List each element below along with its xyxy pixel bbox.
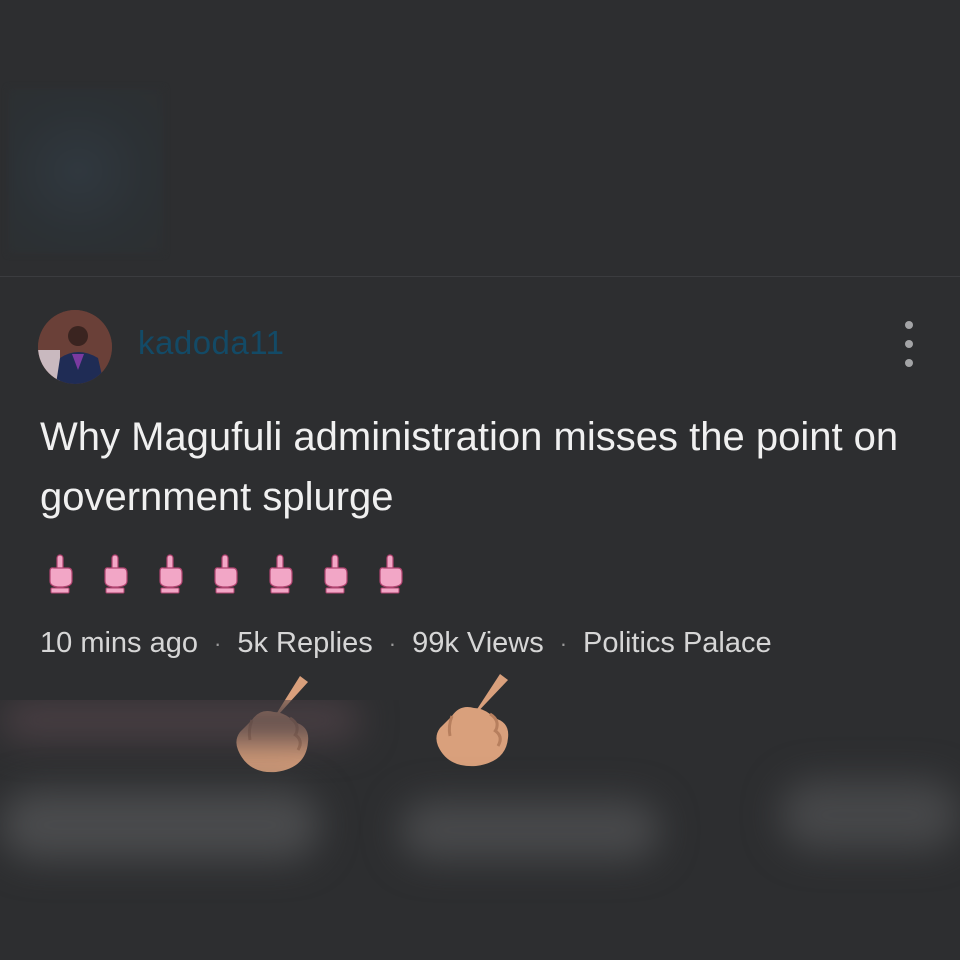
- blurred-next-post: [0, 700, 960, 960]
- blurred-block: [400, 800, 660, 860]
- more-dot: [905, 321, 913, 329]
- meta-separator: ·: [214, 630, 222, 656]
- previous-post[interactable]: [0, 0, 960, 276]
- more-options-icon[interactable]: [896, 321, 922, 367]
- post-meta: 10 mins ago · 5k Replies · 99k Views · P…: [40, 627, 772, 660]
- views-count: 99k Views: [412, 627, 544, 659]
- post-card[interactable]: kadoda11 Why Magufuli administration mis…: [0, 277, 960, 697]
- replies-count[interactable]: 5k Replies: [237, 627, 372, 660]
- avatar-photo-icon: [38, 310, 112, 384]
- category-link[interactable]: Politics Palace: [583, 627, 772, 660]
- more-dot: [905, 359, 913, 367]
- more-dot: [905, 340, 913, 348]
- meta-separator: ·: [559, 630, 568, 656]
- blurred-block: [0, 700, 360, 740]
- emoji-row: [44, 553, 406, 595]
- meta-separator: ·: [388, 630, 397, 656]
- blurred-block: [780, 780, 960, 850]
- username[interactable]: kadoda11: [138, 324, 285, 362]
- pointing-up-hand-emoji-icon: [49, 554, 73, 594]
- pointing-up-hand-emoji-icon: [214, 554, 238, 594]
- pointing-up-hand-emoji-icon: [159, 554, 183, 594]
- pointing-up-hand-emoji-icon: [269, 554, 293, 594]
- pointing-up-hand-emoji-icon: [324, 554, 348, 594]
- avatar[interactable]: [38, 310, 112, 384]
- blurred-block: [0, 790, 320, 860]
- post-title[interactable]: Why Magufuli administration misses the p…: [40, 407, 920, 527]
- post-time: 10 mins ago: [40, 627, 198, 659]
- previous-post-thumbnail[interactable]: [8, 88, 164, 254]
- pointing-up-hand-emoji-icon: [104, 554, 128, 594]
- pointing-up-hand-emoji-icon: [379, 554, 403, 594]
